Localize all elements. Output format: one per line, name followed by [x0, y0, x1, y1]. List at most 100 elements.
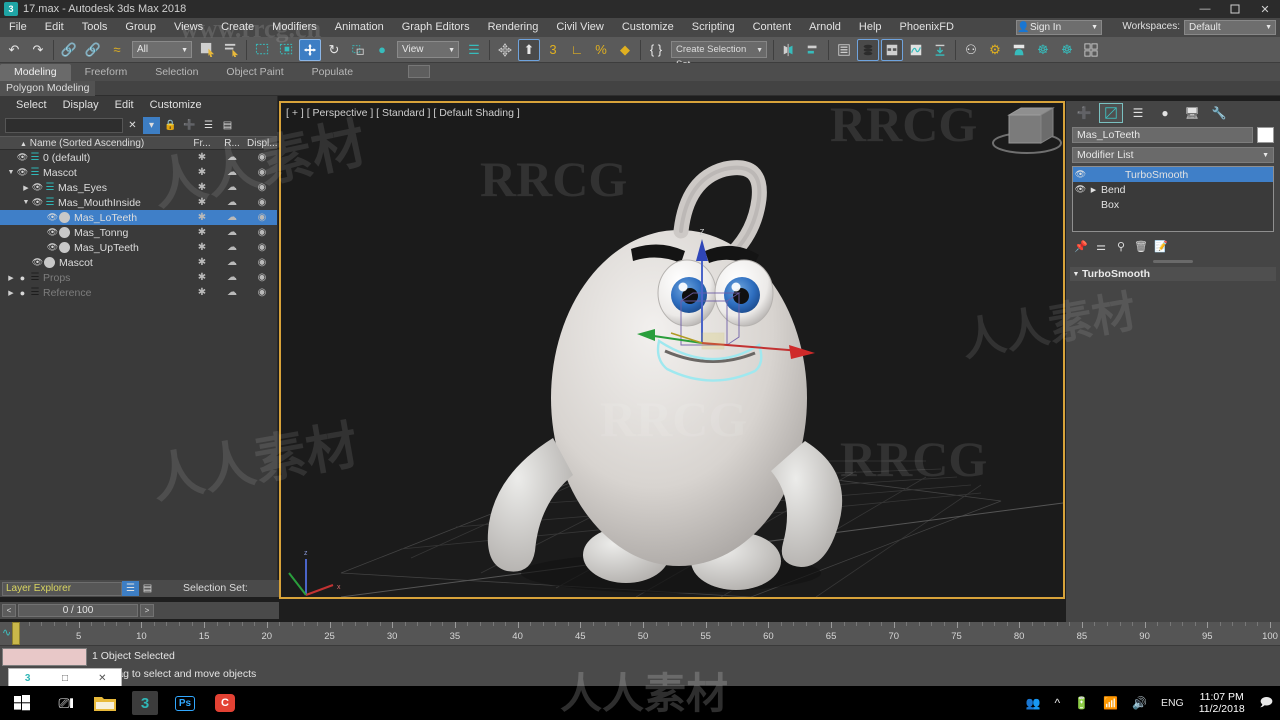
frozen-cell[interactable]: ✱ [187, 167, 217, 178]
render-cell[interactable]: ☁ [217, 167, 247, 178]
visibility-eye-icon[interactable]: 👁 [31, 182, 44, 193]
frozen-cell[interactable]: ✱ [187, 272, 217, 283]
percent-snap-angle-icon[interactable]: ∟ [566, 39, 588, 61]
modifier-visibility-icon[interactable]: 👁 [1073, 184, 1088, 195]
display-cell[interactable]: ◉ [247, 257, 277, 268]
motion-tab[interactable]: ● [1153, 103, 1177, 123]
turbosmooth-rollout-header[interactable]: ▼ TurboSmooth [1070, 267, 1276, 281]
layer-hierarchy-icon[interactable]: ▤ [139, 581, 156, 596]
menu-help[interactable]: Help [850, 18, 891, 37]
curve-editor-mini-icon[interactable]: ∿ [2, 626, 11, 639]
create-tab[interactable]: ➕ [1072, 103, 1096, 123]
visibility-eye-icon[interactable]: 👁 [16, 167, 29, 178]
frozen-cell[interactable]: ✱ [187, 242, 217, 253]
modifier-stack-row[interactable]: 👁 ▶ Bend [1073, 182, 1273, 197]
column-name[interactable]: ▲ Name (Sorted Ascending) [0, 138, 187, 149]
maximize-icon[interactable] [1220, 0, 1250, 18]
menu-rendering[interactable]: Rendering [479, 18, 548, 37]
display-cell[interactable]: ◉ [247, 227, 277, 238]
reference-coordinate-select[interactable]: View ▼ [397, 41, 459, 58]
display-cell[interactable]: ◉ [247, 242, 277, 253]
explorer-menu-select[interactable]: Select [8, 99, 55, 111]
hierarchy-icon[interactable]: ▤ [219, 117, 236, 134]
angle-snap-toggle-icon[interactable]: 3 [542, 39, 564, 61]
popup-restore-icon[interactable]: □ [46, 673, 83, 684]
redo-button[interactable]: ↷ [27, 39, 49, 61]
render-cell[interactable]: ☁ [217, 257, 247, 268]
explorer-menu-display[interactable]: Display [55, 99, 107, 111]
snap-toggle-2d-icon[interactable]: ⬆ [518, 38, 540, 61]
render-cell[interactable]: ☁ [217, 197, 247, 208]
visibility-eye-icon[interactable]: 👁 [46, 212, 59, 223]
frozen-cell[interactable]: ✱ [187, 227, 217, 238]
minimize-icon[interactable]: — [1190, 0, 1220, 18]
popup-close-icon[interactable]: ✕ [84, 673, 121, 684]
render-frame-window-icon[interactable] [1008, 39, 1030, 61]
expand-toggle-icon[interactable]: ▼ [21, 199, 31, 206]
close-icon[interactable]: ✕ [1250, 0, 1280, 18]
frame-counter[interactable]: 0 / 100 [18, 604, 138, 617]
render-cell[interactable]: ☁ [217, 242, 247, 253]
remove-modifier-icon[interactable]: 🗑 [1132, 237, 1150, 255]
edit-named-selection-sets-icon[interactable]: { } [645, 39, 667, 61]
menu-tools[interactable]: Tools [73, 18, 117, 37]
menu-customize[interactable]: Customize [613, 18, 683, 37]
display-cell[interactable]: ◉ [247, 287, 277, 298]
clear-search-icon[interactable]: ✕ [124, 117, 141, 134]
clock[interactable]: 11:07 PM 11/2/2018 [1191, 691, 1253, 715]
column-frozen[interactable]: Fr... [187, 138, 217, 149]
configure-modifier-sets-icon[interactable]: 📝 [1152, 237, 1170, 255]
layer-explorer-select[interactable]: Layer Explorer [2, 581, 122, 596]
menu-group[interactable]: Group [116, 18, 165, 37]
viewport-label[interactable]: [ + ] [ Perspective ] [ Standard ] [ Def… [286, 107, 520, 119]
visibility-eye-icon[interactable]: ● [16, 288, 29, 298]
ribbon-tab-populate[interactable]: Populate [298, 64, 367, 81]
modifier-stack-row[interactable]: Box [1073, 197, 1273, 212]
rectangular-selection-region-icon[interactable] [251, 39, 273, 61]
explorer-row[interactable]: ▼ 👁 ☰ Mascot ✱ ☁ ◉ [0, 165, 277, 180]
window-crossing-icon[interactable] [275, 39, 297, 61]
prev-frame-button[interactable]: < [2, 604, 16, 617]
ribbon-tab-object-paint[interactable]: Object Paint [212, 64, 297, 81]
menu-scripting[interactable]: Scripting [683, 18, 744, 37]
taskbar-app-3dsmax[interactable]: 3 [132, 691, 158, 715]
menu-create[interactable]: Create [212, 18, 263, 37]
menu-file[interactable]: File [0, 18, 36, 37]
menu-views[interactable]: Views [165, 18, 212, 37]
explorer-row[interactable]: ▶ ● ☰ Props ✱ ☁ ◉ [0, 270, 277, 285]
taskbar-app-camtasia[interactable]: C [212, 691, 238, 715]
display-cell[interactable]: ◉ [247, 167, 277, 178]
use-pivot-point-center-icon[interactable]: ☰ [463, 39, 485, 61]
perspective-viewport[interactable]: Z z x [+] [Perspective] [Standard]… [279, 101, 1065, 599]
visibility-eye-icon[interactable]: 👁 [46, 227, 59, 238]
percent-snap-icon[interactable]: % [590, 39, 612, 61]
menu-phoenixfd[interactable]: PhoenixFD [891, 18, 963, 37]
volume-icon[interactable]: 🔊 [1125, 696, 1154, 710]
taskbar-app-photoshop[interactable]: Ps [172, 691, 198, 715]
visibility-eye-icon[interactable]: 👁 [16, 152, 29, 163]
scene-explorer-icon[interactable] [857, 38, 879, 61]
people-icon[interactable]: 👥 [1019, 696, 1048, 710]
frozen-cell[interactable]: ✱ [187, 197, 217, 208]
render-iterative-icon[interactable]: ☸ [1032, 39, 1054, 61]
selection-filter-select[interactable]: All ▼ [132, 41, 192, 58]
visibility-eye-icon[interactable]: 👁 [31, 257, 44, 268]
time-slider-handle[interactable] [12, 622, 20, 645]
explorer-search-input[interactable] [5, 117, 123, 133]
action-center-icon[interactable]: 🗩 [1253, 693, 1280, 714]
select-link-icon[interactable]: 🔗 [58, 39, 80, 61]
curve-editor-icon[interactable] [905, 39, 927, 61]
lock-icon[interactable]: 🔒 [162, 117, 179, 134]
add-layer-icon[interactable]: ➕ [181, 117, 198, 134]
undo-button[interactable]: ↶ [3, 39, 25, 61]
sign-in-button[interactable]: 👤 Sign In ▼ [1016, 20, 1102, 35]
explorer-menu-customize[interactable]: Customize [142, 99, 210, 111]
time-slider-track[interactable]: ∿ 05101520253035404550556065707580859095… [0, 622, 1280, 645]
render-setup-icon[interactable] [929, 39, 951, 61]
battery-icon[interactable]: 🔋 [1067, 696, 1096, 710]
display-cell[interactable]: ◉ [247, 182, 277, 193]
menu-arnold[interactable]: Arnold [800, 18, 850, 37]
ribbon-tab-freeform[interactable]: Freeform [71, 64, 142, 81]
explorer-row[interactable]: 👁 ☰ 0 (default) ✱ ☁ ◉ [0, 150, 277, 165]
task-view-button[interactable]: ⎚❙ [44, 686, 88, 720]
